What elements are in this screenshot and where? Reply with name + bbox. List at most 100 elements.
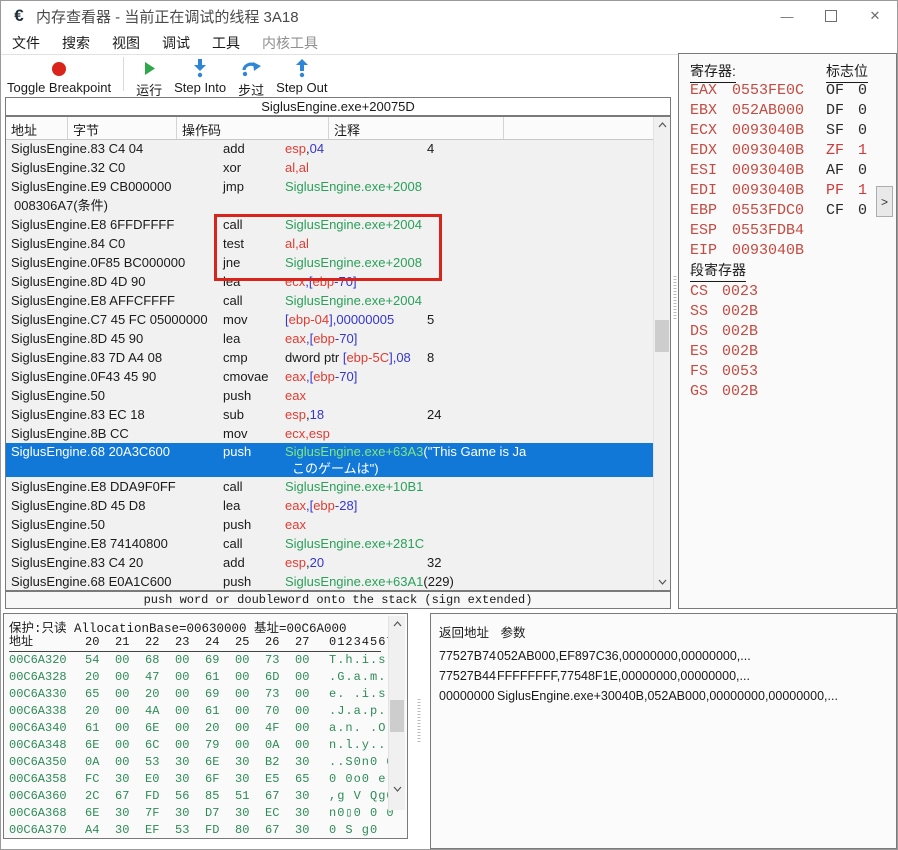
- flag-row-df[interactable]: DF0: [826, 101, 867, 121]
- hex-byte[interactable]: 6E: [85, 737, 115, 754]
- hex-byte[interactable]: 73: [265, 652, 295, 669]
- hex-byte[interactable]: 80: [235, 822, 265, 839]
- hex-row[interactable]: 00C6A33820004A0061007000 .J.a.p.: [9, 703, 395, 720]
- hex-byte[interactable]: 6F: [205, 771, 235, 788]
- hex-byte[interactable]: 47: [145, 669, 175, 686]
- hex-byte[interactable]: 00: [235, 703, 265, 720]
- segment-register-row-es[interactable]: ES002B: [690, 342, 758, 362]
- hex-byte[interactable]: 30: [235, 754, 265, 771]
- hex-byte[interactable]: 20: [85, 669, 115, 686]
- hex-row[interactable]: 00C6A3282000470061006D00 .G.a.m.: [9, 669, 395, 686]
- hex-byte[interactable]: A4: [85, 822, 115, 839]
- segment-register-row-fs[interactable]: FS0053: [690, 362, 758, 382]
- hex-byte[interactable]: 73: [265, 686, 295, 703]
- expand-registers-button[interactable]: >: [876, 186, 893, 217]
- highlighted-row[interactable]: SiglusEngine.68 20A3C600pushSiglusEngine…: [6, 443, 654, 477]
- register-row-eip[interactable]: EIP0093040B: [690, 241, 804, 261]
- hexdump-scrollbar[interactable]: [388, 616, 405, 810]
- menu-item-file[interactable]: 文件: [1, 33, 51, 53]
- hex-byte[interactable]: 30: [295, 788, 325, 805]
- hex-byte[interactable]: 00: [295, 652, 325, 669]
- hex-byte[interactable]: 00: [235, 669, 265, 686]
- hex-byte[interactable]: 6D: [265, 669, 295, 686]
- segment-register-row-ss[interactable]: SS002B: [690, 302, 758, 322]
- hex-byte[interactable]: 00: [235, 737, 265, 754]
- bottom-vertical-splitter[interactable]: [408, 613, 430, 849]
- hex-byte[interactable]: 61: [85, 720, 115, 737]
- hex-byte[interactable]: 51: [235, 788, 265, 805]
- hex-byte[interactable]: 67: [265, 788, 295, 805]
- hex-byte[interactable]: 30: [295, 805, 325, 822]
- menu-item-view[interactable]: 视图: [101, 33, 151, 53]
- disasm-row[interactable]: SiglusEngine.68 E0A1C600pushSiglusEngine…: [6, 572, 654, 590]
- maximize-button[interactable]: [809, 1, 853, 31]
- step-out-button[interactable]: Step Out: [270, 55, 333, 95]
- hex-byte[interactable]: 30: [175, 754, 205, 771]
- hex-byte[interactable]: 30: [235, 805, 265, 822]
- hex-byte[interactable]: 6E: [205, 754, 235, 771]
- column-header-3[interactable]: 注释: [329, 117, 504, 139]
- register-row-eax[interactable]: EAX0553FE0C: [690, 81, 804, 101]
- hex-byte[interactable]: 65: [85, 686, 115, 703]
- run-button[interactable]: 运行: [130, 55, 168, 99]
- hex-byte[interactable]: 30: [115, 805, 145, 822]
- hex-byte[interactable]: 00: [115, 652, 145, 669]
- hex-byte[interactable]: 00: [175, 737, 205, 754]
- stack-row[interactable]: 77527B44FFFFFFFF,77548F1E,00000000,00000…: [439, 666, 892, 686]
- disasm-row[interactable]: SiglusEngine.8B CCmovecx,esp: [6, 424, 654, 443]
- hex-byte[interactable]: 0A: [85, 754, 115, 771]
- hex-byte[interactable]: 4A: [145, 703, 175, 720]
- hex-byte[interactable]: 53: [145, 754, 175, 771]
- menu-item-search[interactable]: 搜索: [51, 33, 101, 53]
- hex-byte[interactable]: 65: [295, 771, 325, 788]
- flag-row-of[interactable]: OF0: [826, 81, 867, 101]
- address-bar[interactable]: SiglusEngine.exe+20075D: [5, 97, 671, 116]
- register-row-edi[interactable]: EDI0093040B: [690, 181, 804, 201]
- hex-byte[interactable]: 00: [295, 686, 325, 703]
- hex-byte[interactable]: 53: [175, 822, 205, 839]
- hex-byte[interactable]: 00: [115, 703, 145, 720]
- register-row-ebx[interactable]: EBX052AB000: [690, 101, 804, 121]
- hex-byte[interactable]: 30: [115, 822, 145, 839]
- hex-byte[interactable]: FD: [205, 822, 235, 839]
- flag-row-pf[interactable]: PF1: [826, 181, 867, 201]
- scroll-thumb[interactable]: [655, 320, 669, 352]
- hex-byte[interactable]: 6C: [145, 737, 175, 754]
- hex-byte[interactable]: 56: [175, 788, 205, 805]
- scroll-down-button[interactable]: [654, 574, 670, 590]
- hex-byte[interactable]: 70: [265, 703, 295, 720]
- hex-byte[interactable]: FC: [85, 771, 115, 788]
- register-row-esi[interactable]: ESI0093040B: [690, 161, 804, 181]
- disasm-row[interactable]: SiglusEngine.50pusheax: [6, 515, 654, 534]
- hex-byte[interactable]: 00: [295, 703, 325, 720]
- hex-byte[interactable]: 00: [235, 652, 265, 669]
- hex-byte[interactable]: 4F: [265, 720, 295, 737]
- hex-byte[interactable]: D7: [205, 805, 235, 822]
- menu-item-tools[interactable]: 工具: [201, 33, 251, 53]
- menu-item-debug[interactable]: 调试: [151, 33, 201, 53]
- hex-byte[interactable]: 79: [205, 737, 235, 754]
- menu-item-kernel-tools[interactable]: 内核工具: [251, 33, 329, 53]
- hex-byte[interactable]: 67: [115, 788, 145, 805]
- hex-byte[interactable]: 00: [115, 686, 145, 703]
- hex-row[interactable]: 00C6A358FC30E0306F30E565 0 0o0 e: [9, 771, 395, 788]
- hex-byte[interactable]: 61: [205, 669, 235, 686]
- hex-row[interactable]: 00C6A3500A0053306E30B230..S0n0 0: [9, 754, 395, 771]
- hex-byte[interactable]: 00: [295, 720, 325, 737]
- minimize-button[interactable]: —: [765, 1, 809, 31]
- hex-byte[interactable]: B2: [265, 754, 295, 771]
- hex-row[interactable]: 00C6A34061006E0020004F00a.n. .O.: [9, 720, 395, 737]
- segment-register-row-ds[interactable]: DS002B: [690, 322, 758, 342]
- disasm-row[interactable]: SiglusEngine.E8 AFFCFFFFcallSiglusEngine…: [6, 291, 654, 310]
- hex-byte[interactable]: 54: [85, 652, 115, 669]
- hex-byte[interactable]: 00: [175, 686, 205, 703]
- scroll-up-button[interactable]: [654, 117, 670, 133]
- hex-row[interactable]: 00C6A3205400680069007300T.h.i.s.: [9, 652, 395, 669]
- hex-byte[interactable]: 00: [115, 720, 145, 737]
- scroll-thumb[interactable]: [390, 700, 404, 732]
- hex-row[interactable]: 00C6A3602C67FD5685516730,g V Qg0: [9, 788, 395, 805]
- hex-row[interactable]: 00C6A370A430EF53FD806730 0 S g0: [9, 822, 395, 839]
- flag-row-af[interactable]: AF0: [826, 161, 867, 181]
- disasm-row[interactable]: SiglusEngine.C7 45 FC 05000000mov[ebp-04…: [6, 310, 654, 329]
- step-into-button[interactable]: Step Into: [168, 55, 232, 95]
